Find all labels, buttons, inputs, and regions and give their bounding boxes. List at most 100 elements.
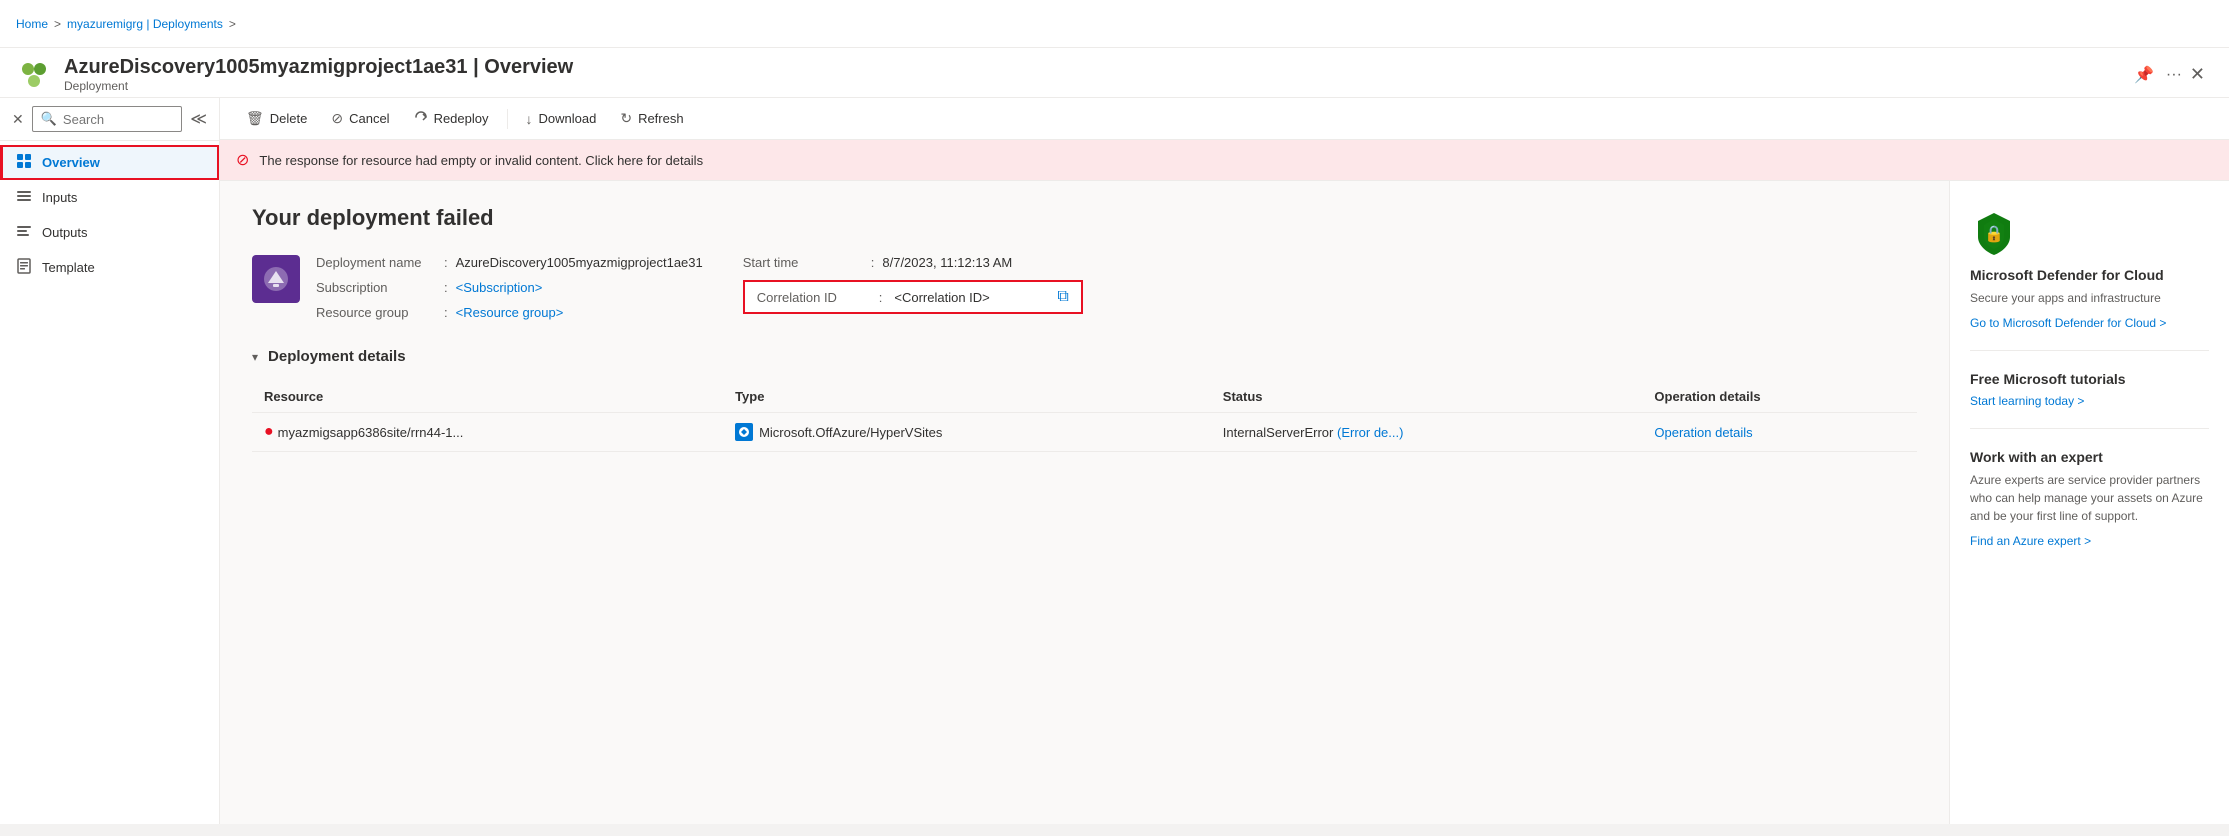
cell-status: InternalServerError (Error de...) [1211, 413, 1643, 452]
template-icon [16, 258, 32, 277]
search-box: 🔍 [32, 106, 183, 132]
resource-icon [16, 57, 52, 93]
alert-icon: ⊘ [236, 150, 249, 170]
section-title: Deployment details [268, 348, 406, 365]
tutorials-title: Free Microsoft tutorials [1970, 371, 2209, 387]
deployment-details-section: ▾ Deployment details Resource Type Statu… [252, 348, 1917, 452]
col-resource: Resource [252, 381, 723, 413]
deployment-panel: Your deployment failed [220, 181, 1949, 824]
info-subscription: Subscription : <Subscription> [316, 280, 703, 295]
breadcrumb: Home > myazuremigrg | Deployments > [16, 17, 236, 31]
defender-body: Secure your apps and infrastructure [1970, 289, 2209, 307]
defender-title: Microsoft Defender for Cloud [1970, 267, 2209, 283]
info-start-time: Start time : 8/7/2023, 11:12:13 AM [743, 255, 1083, 270]
details-table: Resource Type Status Operation details ● [252, 381, 1917, 452]
alert-message: The response for resource had empty or i… [259, 153, 703, 168]
sidebar: ✕ 🔍 ≪ Overview Inputs [0, 98, 220, 824]
cancel-icon: ⊘ [331, 110, 343, 127]
cell-operation: Operation details [1642, 413, 1917, 452]
search-icon: 🔍 [41, 111, 57, 127]
close-button[interactable]: ✕ [2182, 60, 2213, 89]
subscription-link[interactable]: <Subscription> [456, 280, 543, 295]
header-icons: 📌 ··· [2134, 65, 2182, 85]
tutorials-link[interactable]: Start learning today > [1970, 394, 2084, 408]
sidebar-nav: Overview Inputs Outputs Te [0, 141, 219, 289]
sidebar-toolbar: ✕ 🔍 ≪ [0, 98, 219, 141]
toolbar-sep [507, 109, 508, 129]
sidebar-item-label-template: Template [42, 260, 95, 275]
table-row: ● myazmigsapp6386site/rrn44-1... [252, 413, 1917, 452]
deployment-info: Deployment name : AzureDiscovery1005myaz… [252, 255, 1917, 320]
page-header: AzureDiscovery1005myazmigproject1ae31 | … [0, 48, 2229, 98]
info-left-with-icon: Deployment name : AzureDiscovery1005myaz… [252, 255, 703, 320]
error-link[interactable]: (Error de...) [1337, 425, 1403, 440]
resource-group-link[interactable]: <Resource group> [456, 305, 564, 320]
delete-button[interactable]: 🗑 Delete [236, 104, 317, 133]
page-title: AzureDiscovery1005myazmigproject1ae31 | … [64, 56, 2134, 79]
download-button[interactable]: ↓ Download [516, 105, 607, 133]
info-deployment-name: Deployment name : AzureDiscovery1005myaz… [316, 255, 703, 270]
sidebar-item-inputs[interactable]: Inputs [0, 180, 219, 215]
col-operation: Operation details [1642, 381, 1917, 413]
copy-icon[interactable]: ⧉ [1057, 288, 1068, 306]
right-panel: 🔒 Microsoft Defender for Cloud Secure yo… [1949, 181, 2229, 824]
sidebar-item-template[interactable]: Template [0, 250, 219, 285]
error-dot-icon: ● [264, 423, 274, 441]
deployment-icon-box [252, 255, 300, 303]
pin-icon[interactable]: 📌 [2134, 65, 2154, 85]
breadcrumb-sep1: > [54, 17, 61, 31]
info-resource-group: Resource group : <Resource group> [316, 305, 703, 320]
type-icon [735, 423, 753, 441]
col-type: Type [723, 381, 1211, 413]
sidebar-item-label-overview: Overview [42, 155, 100, 170]
defender-link[interactable]: Go to Microsoft Defender for Cloud > [1970, 316, 2166, 330]
refresh-button[interactable]: ↻ Refresh [610, 104, 693, 133]
operation-details-link[interactable]: Operation details [1654, 425, 1752, 440]
panel-section-tutorials: Free Microsoft tutorials Start learning … [1970, 351, 2209, 429]
cancel-button[interactable]: ⊘ Cancel [321, 104, 399, 133]
shield-icon-wrapper: 🔒 [1970, 209, 2018, 257]
content-area: 🗑 Delete ⊘ Cancel Redeploy ↓ Download ↻ … [220, 98, 2229, 824]
col-status: Status [1211, 381, 1643, 413]
main-layout: ✕ 🔍 ≪ Overview Inputs [0, 98, 2229, 824]
collapse-sidebar-icon[interactable]: ≪ [190, 109, 207, 129]
sidebar-item-overview[interactable]: Overview [0, 145, 219, 180]
header-title-block: AzureDiscovery1005myazmigproject1ae31 | … [64, 56, 2134, 93]
redeploy-button[interactable]: Redeploy [404, 104, 499, 133]
sidebar-item-label-outputs: Outputs [42, 225, 88, 240]
panel-section-expert: Work with an expert Azure experts are se… [1970, 429, 2209, 568]
breadcrumb-rg[interactable]: myazuremigrg | Deployments [67, 17, 223, 31]
outputs-icon [16, 223, 32, 242]
svg-text:🔒: 🔒 [1984, 225, 2004, 243]
collapse-icon[interactable]: ✕ [12, 111, 24, 128]
sidebar-item-label-inputs: Inputs [42, 190, 77, 205]
top-bar: Home > myazuremigrg | Deployments > [0, 0, 2229, 48]
correlation-box: Correlation ID : <Correlation ID> ⧉ [743, 280, 1083, 314]
info-right: Start time : 8/7/2023, 11:12:13 AM Corre… [743, 255, 1083, 314]
page-subtitle: Deployment [64, 79, 2134, 93]
cell-resource: ● myazmigsapp6386site/rrn44-1... [252, 413, 723, 452]
breadcrumb-sep2: > [229, 17, 236, 31]
chevron-down-icon: ▾ [252, 350, 258, 364]
download-icon: ↓ [526, 111, 533, 127]
expert-title: Work with an expert [1970, 449, 2209, 465]
cell-type: Microsoft.OffAzure/HyperVSites [723, 413, 1211, 452]
overview-icon [16, 153, 32, 172]
redeploy-icon [414, 110, 428, 127]
section-header[interactable]: ▾ Deployment details [252, 348, 1917, 365]
expert-link[interactable]: Find an Azure expert > [1970, 534, 2091, 548]
breadcrumb-home[interactable]: Home [16, 17, 48, 31]
toolbar: 🗑 Delete ⊘ Cancel Redeploy ↓ Download ↻ … [220, 98, 2229, 140]
delete-icon: 🗑 [246, 110, 264, 127]
alert-bar[interactable]: ⊘ The response for resource had empty or… [220, 140, 2229, 181]
more-icon[interactable]: ··· [2166, 66, 2182, 84]
deployment-failed-title: Your deployment failed [252, 205, 1917, 231]
panel-section-defender: 🔒 Microsoft Defender for Cloud Secure yo… [1970, 201, 2209, 351]
main-content: Your deployment failed [220, 181, 2229, 824]
table-header-row: Resource Type Status Operation details [252, 381, 1917, 413]
info-left: Deployment name : AzureDiscovery1005myaz… [316, 255, 703, 320]
search-input[interactable] [63, 112, 173, 127]
inputs-icon [16, 188, 32, 207]
expert-body: Azure experts are service provider partn… [1970, 471, 2209, 525]
sidebar-item-outputs[interactable]: Outputs [0, 215, 219, 250]
